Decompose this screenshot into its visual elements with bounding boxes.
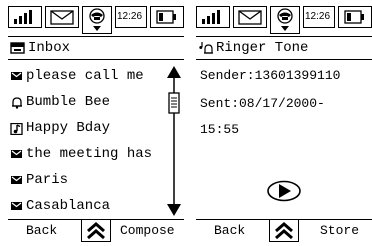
page-title: Ringer Tone: [216, 40, 309, 56]
list-item[interactable]: please call me: [10, 66, 160, 86]
ringer-tone-screen: 12:26 Ringer Tone Sender:13601399110 Sen…: [196, 0, 372, 242]
status-bar: 12:26: [8, 0, 184, 34]
bell-icon: [10, 96, 24, 109]
message-subject: the meeting has: [26, 146, 153, 162]
phone-dropdown-icon[interactable]: [270, 6, 300, 34]
softkey-bar: Back Store: [196, 219, 372, 242]
play-icon: [267, 180, 301, 202]
sent-time-line: 15:55: [200, 122, 240, 137]
message-indicator-icon: [233, 6, 267, 28]
list-item[interactable]: Bumble Bee: [10, 92, 160, 112]
center-nav-button[interactable]: [269, 219, 299, 242]
sender-line: Sender:13601399110: [200, 68, 341, 83]
back-softkey[interactable]: Back: [26, 223, 57, 239]
envelope-icon: [10, 70, 24, 82]
scroll-up-arrow-icon: [167, 66, 181, 78]
compose-softkey[interactable]: Compose: [120, 223, 175, 239]
inbox-title-bar: Inbox: [8, 36, 184, 60]
signal-strength-icon: [8, 6, 42, 28]
battery-icon: [338, 6, 372, 28]
clock-time: 12:26: [305, 11, 331, 22]
clock-box: 12:26: [115, 6, 147, 28]
message-subject: Bumble Bee: [26, 94, 111, 110]
signal-strength-icon: [196, 6, 230, 28]
scrollbar[interactable]: [166, 66, 182, 216]
phone-dropdown-icon[interactable]: [82, 6, 112, 34]
message-indicator-icon: [45, 6, 79, 28]
battery-icon: [150, 6, 184, 28]
inbox-tray-icon: [10, 41, 26, 55]
scroll-thumb: [168, 92, 180, 114]
list-item[interactable]: Happy Bday: [10, 118, 160, 138]
ringer-note-icon: [198, 41, 214, 55]
play-button[interactable]: [266, 180, 302, 202]
clock-box: 12:26: [303, 6, 335, 28]
status-bar: 12:26: [196, 0, 372, 34]
inbox-screen: 12:26 Inbox please call me Bumble Bee Ha…: [8, 0, 184, 242]
note-icon: [10, 122, 24, 136]
double-chevron-up-icon: [275, 222, 293, 240]
ringer-title-bar: Ringer Tone: [196, 36, 372, 60]
store-softkey[interactable]: Store: [320, 223, 359, 239]
list-item[interactable]: the meeting has: [10, 144, 160, 164]
message-subject: please call me: [26, 68, 144, 84]
message-subject: Casablanca: [26, 198, 111, 214]
back-softkey[interactable]: Back: [214, 223, 245, 239]
clock-time: 12:26: [117, 11, 143, 22]
sent-date-line: Sent:08/17/2000-: [200, 96, 325, 111]
center-nav-button[interactable]: [81, 219, 111, 242]
envelope-icon: [10, 174, 24, 186]
message-subject: Paris: [26, 172, 69, 188]
softkey-bar: Back Compose: [8, 219, 184, 242]
page-title: Inbox: [28, 40, 71, 56]
message-subject: Happy Bday: [26, 120, 111, 136]
envelope-icon: [10, 148, 24, 160]
scroll-down-arrow-icon: [167, 204, 181, 216]
double-chevron-up-icon: [87, 222, 105, 240]
list-item[interactable]: Casablanca: [10, 196, 160, 216]
list-item[interactable]: Paris: [10, 170, 160, 190]
envelope-icon: [10, 200, 24, 212]
